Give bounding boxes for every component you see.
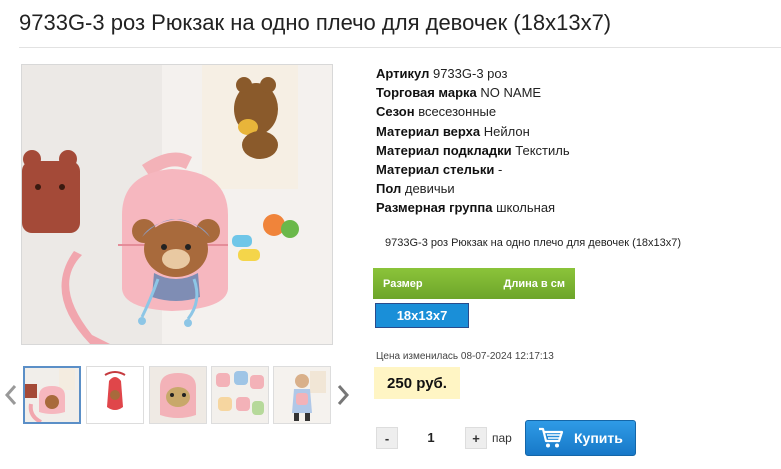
- quantity-input[interactable]: [402, 427, 460, 449]
- spec-value: всесезонные: [418, 104, 497, 120]
- spec-label: Размерная группа: [376, 200, 493, 216]
- spec-value: девичьи: [404, 181, 455, 197]
- spec-value: школьная: [496, 200, 556, 216]
- spec-label: Артикул: [376, 66, 430, 81]
- buy-button-label: Купить: [574, 430, 623, 446]
- thumbnail-2[interactable]: [86, 366, 144, 424]
- thumbnail-image: [212, 367, 268, 423]
- spec-row-brand: Торговая марка NO NAME: [376, 83, 776, 102]
- spec-label: Сезон: [376, 104, 415, 120]
- spec-label: Материал верха: [376, 123, 481, 139]
- thumbnail-3[interactable]: [149, 366, 207, 424]
- thumbnail-5[interactable]: [273, 366, 331, 424]
- quantity-unit: пар: [492, 431, 512, 445]
- price-changed-note: Цена изменилась 08-07-2024 12:17:13: [376, 351, 554, 362]
- spec-label: Пол: [376, 181, 402, 197]
- thumbnail-image: [87, 367, 143, 423]
- thumbnail-image: [274, 367, 330, 423]
- spec-value: NO NAME: [480, 85, 542, 101]
- product-description: 9733G-3 роз Рюкзак на одно плечо для дев…: [385, 237, 682, 249]
- backpack-photo: [22, 65, 332, 344]
- spec-label: Материал подкладки: [376, 142, 512, 158]
- size-option-button[interactable]: 18х13х7: [375, 303, 469, 328]
- spec-row-season: Сезон всесезонные: [376, 102, 776, 121]
- spec-row-gender: Пол девичьи: [376, 179, 776, 198]
- spec-row-insole-material: Материал стельки -: [376, 160, 776, 179]
- quantity-decrease-button[interactable]: -: [376, 427, 398, 449]
- size-column-label: Размер: [383, 277, 423, 290]
- buy-button[interactable]: Купить: [525, 420, 636, 456]
- spec-row-article: Артикул 9733G-3 роз: [376, 64, 776, 83]
- quantity-increase-button[interactable]: +: [465, 427, 487, 449]
- thumbnail-1[interactable]: [23, 366, 81, 424]
- spec-row-lining-material: Материал подкладки Текстиль: [376, 141, 776, 160]
- thumbnail-4[interactable]: [211, 366, 269, 424]
- length-column-label: Длина в см: [503, 277, 565, 290]
- title-divider: [19, 47, 781, 48]
- page-title: 9733G-3 роз Рюкзак на одно плечо для дев…: [19, 10, 612, 35]
- main-product-image[interactable]: [21, 64, 333, 345]
- size-table-header: Размер Длина в см: [373, 268, 575, 299]
- price-value: 250 руб.: [374, 367, 460, 399]
- spec-value: Нейлон: [483, 123, 530, 139]
- spec-row-outer-material: Материал верха Нейлон: [376, 122, 776, 141]
- chevron-left-icon[interactable]: [3, 384, 19, 406]
- spec-value: -: [498, 161, 503, 177]
- spec-label: Материал стельки: [376, 161, 495, 177]
- spec-list: Артикул 9733G-3 роз Торговая марка NO NA…: [376, 64, 776, 218]
- cart-icon: [539, 427, 564, 448]
- spec-value: 9733G-3 роз: [432, 66, 508, 81]
- spec-label: Торговая марка: [376, 85, 477, 101]
- spec-row-size-group: Размерная группа школьная: [376, 198, 776, 217]
- thumbnail-image: [150, 367, 206, 423]
- spec-value: Текстиль: [515, 142, 570, 158]
- thumbnail-image: [25, 368, 79, 422]
- chevron-right-icon[interactable]: [335, 384, 351, 406]
